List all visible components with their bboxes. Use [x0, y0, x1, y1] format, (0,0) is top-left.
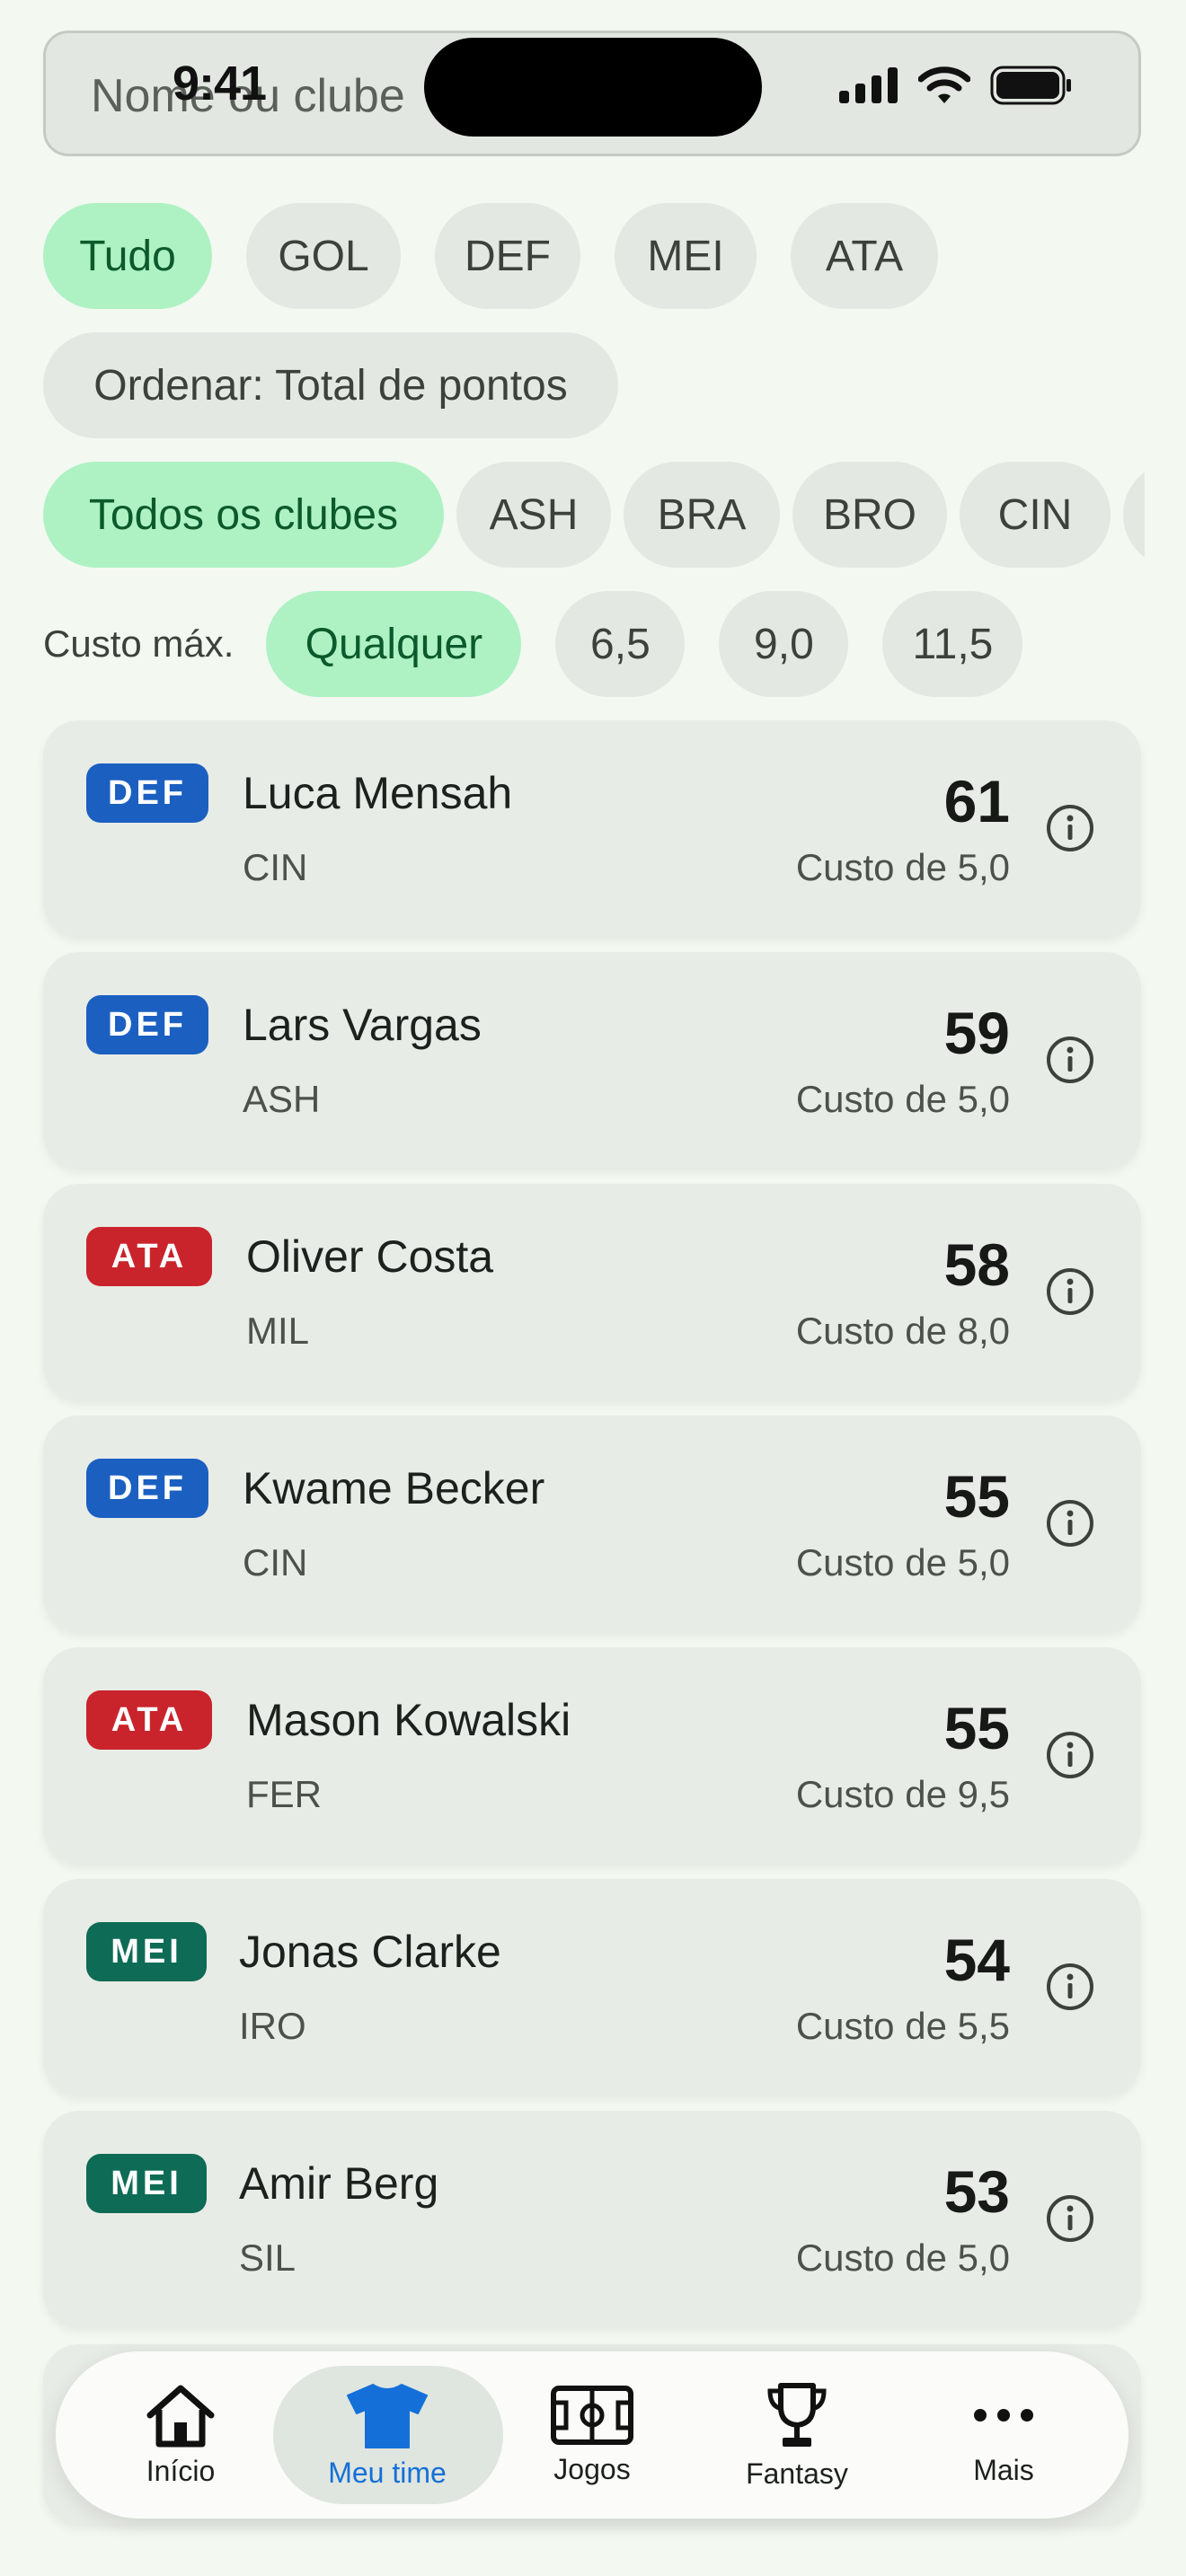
player-club: MIL [246, 1310, 310, 1352]
jersey-icon [347, 2383, 428, 2448]
tab-jogos[interactable]: Jogos [502, 2351, 682, 2519]
battery-icon [990, 66, 1071, 105]
tab-label: Início [146, 2454, 216, 2487]
tab-fantasy[interactable]: Fantasy [707, 2351, 887, 2519]
player-name: Amir Berg [239, 2158, 439, 2209]
player-cost: Custo de 5,0 [795, 846, 1010, 888]
tab-label: Mais [973, 2453, 1034, 2486]
position-badge: DEF [86, 763, 208, 823]
filter-chip-ata[interactable]: ATA [791, 203, 938, 309]
info-icon[interactable] [1044, 2192, 1096, 2245]
info-icon[interactable] [1044, 1034, 1096, 1086]
tab-label: Meu time [328, 2456, 447, 2489]
position-badge: MEI [86, 1922, 207, 1981]
player-points: 55 [943, 1463, 1010, 1530]
pitch-icon [551, 2385, 633, 2445]
club-chip-ash[interactable]: ASH [456, 462, 611, 568]
player-name: Jonas Clarke [239, 1927, 501, 1977]
screen: Nome ou clube 9:41 Tudo GOL DEF MEI ATA … [0, 0, 1186, 2576]
player-card[interactable]: DEF Kwame Becker CIN 55 Custo de 5,0 [43, 1416, 1141, 1631]
cost-chip-any[interactable]: Qualquer [266, 591, 522, 697]
house-icon [146, 2385, 215, 2447]
player-card[interactable]: DEF Luca Mensah CIN 61 Custo de 5,0 [43, 720, 1141, 936]
player-points: 55 [943, 1695, 1010, 1761]
tab-mais[interactable]: Mais [914, 2351, 1093, 2519]
player-name: Luca Mensah [243, 768, 513, 818]
cost-filter-label: Custo máx. [43, 622, 235, 665]
player-cost: Custo de 5,0 [795, 1541, 1010, 1584]
club-chip-cin[interactable]: CIN [960, 462, 1111, 568]
player-name: Oliver Costa [246, 1231, 494, 1282]
club-filter-row: Todos os clubes ASH BRA BRO CIN D [43, 462, 1145, 568]
player-card[interactable]: DEF Lars Vargas ASH 59 Custo de 5,0 [43, 952, 1141, 1168]
tab-bar: Início Meu time Jogos Fantasy Mais [56, 2351, 1128, 2519]
status-time: 9:41 [173, 57, 267, 110]
filter-chip-def[interactable]: DEF [435, 203, 580, 309]
signal-icon [839, 67, 898, 103]
cost-chip-11-5[interactable]: 11,5 [882, 591, 1023, 697]
player-card[interactable]: ATA Oliver Costa MIL 58 Custo de 8,0 [43, 1184, 1141, 1399]
player-name: Lars Vargas [243, 1000, 482, 1050]
position-filter-row: Tudo GOL DEF MEI ATA [43, 203, 938, 309]
tab-label: Fantasy [746, 2457, 848, 2490]
more-icon [974, 2408, 1033, 2422]
filter-chip-tudo[interactable]: Tudo [43, 203, 212, 309]
info-icon[interactable] [1044, 1729, 1096, 1781]
club-chip-all[interactable]: Todos os clubes [43, 462, 444, 568]
player-card[interactable]: MEI Jonas Clarke IRO 54 Custo de 5,5 [43, 1879, 1141, 2095]
player-name: Kwame Becker [243, 1463, 545, 1513]
position-badge: DEF [86, 1459, 208, 1518]
info-icon[interactable] [1044, 1266, 1096, 1318]
info-icon[interactable] [1044, 1497, 1096, 1549]
tab-meu-time[interactable]: Meu time [297, 2351, 477, 2519]
tab-label: Jogos [553, 2452, 631, 2485]
player-club: IRO [239, 2005, 306, 2047]
player-card[interactable]: ATA Mason Kowalski FER 55 Custo de 9,5 [43, 1647, 1141, 1863]
player-points: 61 [943, 768, 1010, 834]
player-cost: Custo de 8,0 [795, 1310, 1010, 1352]
position-badge: ATA [86, 1227, 212, 1286]
club-chip-d[interactable]: D [1123, 462, 1145, 568]
player-club: CIN [243, 1541, 308, 1584]
club-chip-bro[interactable]: BRO [792, 462, 947, 568]
player-club: ASH [243, 1078, 321, 1120]
position-badge: ATA [86, 1690, 212, 1750]
player-club: SIL [239, 2236, 296, 2279]
player-points: 53 [943, 2158, 1010, 2225]
dynamic-island [424, 38, 762, 137]
tab-inicio[interactable]: Início [91, 2351, 270, 2519]
position-badge: DEF [86, 995, 208, 1054]
player-cost: Custo de 5,5 [795, 2005, 1010, 2047]
info-icon[interactable] [1044, 1961, 1096, 2013]
player-name: Mason Kowalski [246, 1695, 571, 1745]
player-points: 59 [943, 1000, 1010, 1066]
player-points: 58 [943, 1231, 1010, 1298]
cost-chip-9-0[interactable]: 9,0 [719, 591, 849, 697]
position-badge: MEI [86, 2154, 207, 2213]
trophy-icon [767, 2382, 827, 2447]
player-cost: Custo de 5,0 [795, 2236, 1010, 2279]
player-club: FER [246, 1773, 322, 1815]
sort-button[interactable]: Ordenar: Total de pontos [43, 332, 618, 438]
cost-filter-row: Custo máx. Qualquer 6,5 9,0 11,5 [43, 591, 1023, 697]
club-chip-bra[interactable]: BRA [624, 462, 780, 568]
filter-chip-gol[interactable]: GOL [246, 203, 401, 309]
player-cost: Custo de 9,5 [795, 1773, 1010, 1815]
status-icons [839, 63, 1073, 108]
player-card[interactable]: MEI Amir Berg SIL 53 Custo de 5,0 [43, 2111, 1141, 2326]
wifi-icon [918, 66, 970, 103]
player-points: 54 [943, 1927, 1010, 1993]
info-icon[interactable] [1044, 802, 1096, 854]
player-cost: Custo de 5,0 [795, 1078, 1010, 1120]
sort-row: Ordenar: Total de pontos [43, 332, 618, 438]
cost-chip-6-5[interactable]: 6,5 [555, 591, 686, 697]
filter-chip-mei[interactable]: MEI [615, 203, 757, 309]
player-club: CIN [243, 846, 308, 888]
